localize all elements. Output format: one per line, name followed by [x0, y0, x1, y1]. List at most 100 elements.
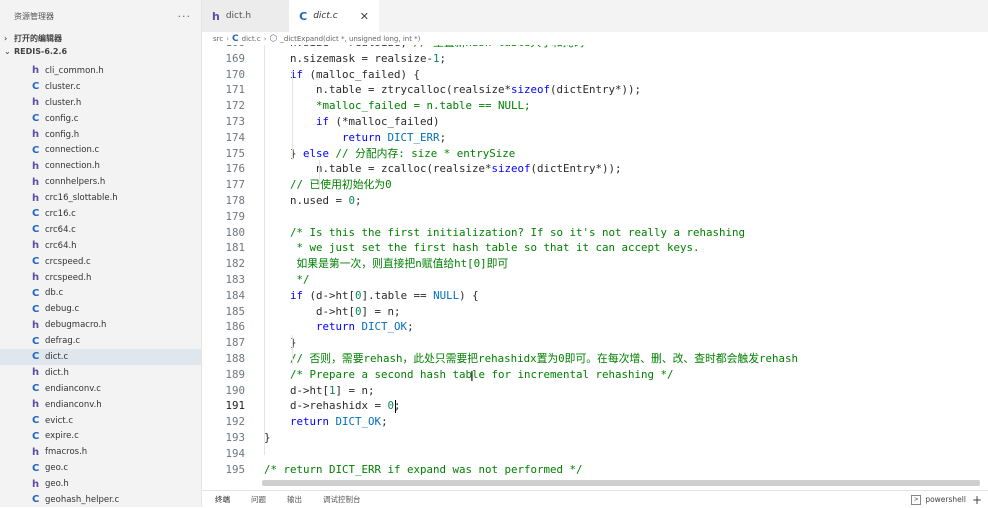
file-item[interactable]: Cdb.c: [0, 285, 201, 301]
code-line[interactable]: 170 if (malloc_failed) {: [202, 67, 988, 83]
file-item[interactable]: h crc16_slottable.h: [0, 190, 201, 206]
indent-guide: [264, 45, 265, 455]
tab-problems[interactable]: 问题: [251, 494, 266, 505]
file-item[interactable]: h dict.h: [0, 365, 201, 381]
file-item[interactable]: Ccrc64.c: [0, 222, 201, 238]
file-name: cluster.c: [45, 81, 81, 92]
file-item[interactable]: h cluster.h: [0, 95, 201, 111]
breadcrumb-folder[interactable]: src: [213, 35, 223, 43]
breadcrumb-symbol[interactable]: _dictExpand(dict *, unsigned long, int *…: [280, 35, 420, 43]
more-actions-icon[interactable]: ···: [178, 10, 192, 23]
header-file-icon: h: [32, 192, 40, 204]
code-line[interactable]: 180 /* Is this the first initialization?…: [202, 225, 988, 241]
file-item[interactable]: h geo.h: [0, 476, 201, 492]
file-name: dict.h: [45, 367, 69, 378]
file-item[interactable]: Cgeo.c: [0, 460, 201, 476]
file-item[interactable]: Cdict.c: [0, 349, 201, 365]
file-item[interactable]: h endianconv.h: [0, 397, 201, 413]
code-line[interactable]: 169 n.sizemask = realsize-1;: [202, 51, 988, 67]
file-item[interactable]: Ccrc16.c: [0, 206, 201, 222]
code-line[interactable]: 188 // 否则，需要rehash，此处只需要把rehashidx置为0即可。…: [202, 351, 988, 367]
chevron-down-icon: ⌄: [4, 47, 11, 56]
horizontal-scrollbar[interactable]: [262, 480, 980, 486]
file-item[interactable]: Cconnection.c: [0, 142, 201, 158]
header-file-icon: h: [32, 65, 40, 77]
tab-debug-console[interactable]: 调试控制台: [323, 494, 361, 505]
new-terminal-button[interactable]: +: [972, 493, 982, 507]
code-editor[interactable]: 168 n.size = realsize; // 重置新hash table大…: [202, 45, 988, 483]
code-line[interactable]: 195 /* return DICT_ERR if expand was not …: [202, 462, 988, 478]
file-item[interactable]: Cdebug.c: [0, 301, 201, 317]
file-name: crc64.h: [45, 240, 77, 251]
code-line[interactable]: 172 *malloc_failed = n.table == NULL;: [202, 98, 988, 114]
file-item[interactable]: Cdefrag.c: [0, 333, 201, 349]
code-text: return DICT_OK;: [290, 415, 388, 429]
file-item[interactable]: h crcspeed.h: [0, 270, 201, 286]
c-file-icon: C: [32, 256, 40, 268]
close-icon[interactable]: ✕: [360, 10, 369, 23]
code-line[interactable]: 171 n.table = ztrycalloc(realsize*sizeof…: [202, 82, 988, 98]
header-file-icon: h: [32, 240, 40, 252]
file-item[interactable]: h cli_common.h: [0, 63, 201, 79]
file-item[interactable]: Cexpire.c: [0, 428, 201, 444]
tab-label: dict.c: [313, 11, 338, 21]
code-text: n.used = 0;: [264, 194, 362, 207]
tab-dict-c[interactable]: Cdict.c ✕: [289, 0, 379, 32]
file-name: crc64.c: [45, 224, 76, 235]
code-line[interactable]: 179: [202, 209, 988, 225]
code-line[interactable]: 189 /* Prepare a second hash table for i…: [202, 367, 988, 383]
code-line[interactable]: 187 }: [202, 335, 988, 351]
chevron-right-icon: ›: [263, 34, 267, 43]
terminal-controls: > powershell +: [911, 493, 988, 507]
code-line[interactable]: 185 d->ht[0] = n;: [202, 304, 988, 320]
c-file-icon: C: [32, 81, 40, 93]
file-item[interactable]: Cevict.c: [0, 413, 201, 429]
file-item[interactable]: Cconfig.c: [0, 111, 201, 127]
file-name: cluster.h: [45, 97, 82, 108]
code-line[interactable]: 178 n.used = 0;: [202, 193, 988, 209]
code-line[interactable]: 184 if (d->ht[0].table == NULL) {: [202, 288, 988, 304]
file-name: expire.c: [45, 431, 79, 442]
c-file-icon: C: [32, 287, 40, 299]
file-item[interactable]: h connhelpers.h: [0, 174, 201, 190]
line-number: 183: [225, 273, 245, 286]
open-editors-section[interactable]: › 打开的编辑器: [0, 32, 201, 45]
project-section[interactable]: ⌄ REDIS-6.2.6: [0, 45, 201, 58]
file-item[interactable]: h connection.h: [0, 158, 201, 174]
code-line[interactable]: 182 如果是第一次，则直接把n赋值给ht[0]即可: [202, 256, 988, 272]
tab-terminal[interactable]: 终端: [215, 494, 230, 505]
line-number: 186: [225, 320, 245, 334]
file-item[interactable]: Cgeohash_helper.c: [0, 492, 201, 507]
code-text: * we just set the first hash table so th…: [264, 241, 700, 255]
code-line[interactable]: 174 return DICT_ERR;: [202, 130, 988, 146]
shell-selector[interactable]: powershell: [925, 495, 966, 504]
code-line[interactable]: 173 if (*malloc_failed): [202, 114, 988, 130]
c-file-icon: C: [32, 415, 40, 427]
code-line[interactable]: 192 return DICT_OK;: [202, 414, 988, 430]
code-line[interactable]: 186 return DICT_OK;: [202, 319, 988, 335]
code-line[interactable]: 193}: [202, 430, 988, 446]
line-number: 188: [225, 352, 245, 365]
code-text: // 已使用初始化为0: [264, 178, 392, 192]
code-line[interactable]: 181 * we just set the first hash table s…: [202, 240, 988, 256]
code-line[interactable]: 191 d->rehashidx = 0;: [202, 398, 988, 414]
tab-dict-h[interactable]: h dict.h: [202, 0, 262, 32]
tab-output[interactable]: 输出: [287, 494, 302, 505]
file-item[interactable]: h crc64.h: [0, 238, 201, 254]
header-file-icon: h: [32, 319, 40, 331]
code-line[interactable]: 183 */: [202, 272, 988, 288]
explorer-header: 资源管理器 ···: [0, 0, 201, 32]
code-line[interactable]: 194: [202, 446, 988, 462]
breadcrumb-file[interactable]: dict.c: [242, 35, 261, 43]
file-item[interactable]: Ccrcspeed.c: [0, 254, 201, 270]
file-item[interactable]: h config.h: [0, 127, 201, 143]
header-file-icon: h: [32, 129, 40, 140]
explorer-sidebar: 资源管理器 ··· › 打开的编辑器 ⌄ REDIS-6.2.6 h cli_co…: [0, 0, 202, 507]
line-number: 192: [225, 415, 245, 429]
code-line[interactable]: 190 d->ht[1] = n;: [202, 383, 988, 399]
line-number: 180: [225, 225, 245, 239]
file-item[interactable]: Ccluster.c: [0, 79, 201, 95]
file-item[interactable]: Cendianconv.c: [0, 381, 201, 397]
file-item[interactable]: h debugmacro.h: [0, 317, 201, 333]
file-item[interactable]: h fmacros.h: [0, 444, 201, 460]
